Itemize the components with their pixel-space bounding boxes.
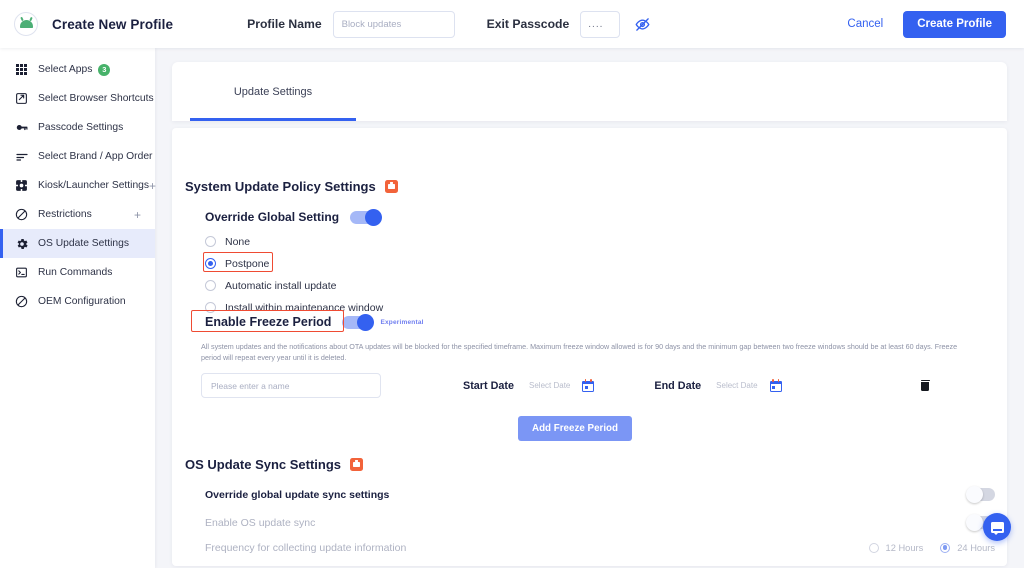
freeze-period-name-input[interactable]	[201, 373, 381, 398]
browser-shortcut-icon	[14, 91, 29, 106]
enable-freeze-period-toggle[interactable]	[342, 313, 375, 331]
add-freeze-period-button[interactable]: Add Freeze Period	[518, 416, 633, 441]
exit-passcode-input[interactable]	[580, 10, 621, 38]
settings-panel: System Update Policy Settings Override G…	[172, 128, 1007, 566]
key-icon	[14, 120, 29, 135]
tab-label: Update Settings	[233, 85, 313, 98]
freeze-period-description: All system updates and the notifications…	[201, 342, 958, 363]
app-root: Create New Profile Profile Name Exit Pas…	[0, 0, 1024, 568]
radio-label: 12 Hours	[885, 542, 924, 553]
policy-section-title: System Update Policy Settings	[185, 179, 376, 194]
create-profile-button[interactable]: Create Profile	[903, 10, 1006, 38]
eye-off-icon[interactable]	[634, 16, 650, 32]
sidebar-item-select-browser-shortcuts[interactable]: Select Browser Shortcuts	[0, 84, 155, 113]
sidebar-item-select-apps[interactable]: Select Apps 3	[0, 55, 155, 84]
end-date-value[interactable]: Select Date	[716, 381, 757, 390]
delete-freeze-period-icon[interactable]	[920, 379, 930, 392]
radio-option-24-hours[interactable]: 24 Hours	[940, 538, 995, 557]
start-date-label: Start Date	[463, 379, 515, 392]
policy-radio-group: None Postpone Automatic install update I…	[205, 232, 383, 317]
tab-bar: Update Settings	[172, 62, 1007, 121]
start-date-calendar-icon[interactable]	[582, 379, 595, 392]
override-global-sync-toggle[interactable]	[966, 486, 995, 503]
cancel-button[interactable]: Cancel	[847, 18, 883, 30]
radio-label: Postpone	[225, 257, 270, 270]
sidebar-item-label: Restrictions	[38, 209, 92, 220]
work-profile-icon	[384, 180, 398, 193]
work-profile-icon	[350, 458, 364, 471]
enable-os-update-sync-row: Enable OS update sync	[205, 514, 995, 531]
chat-support-button[interactable]	[983, 513, 1011, 541]
block-icon	[14, 294, 29, 309]
sidebar-item-select-brand-app-order[interactable]: Select Brand / App Order	[0, 142, 155, 171]
terminal-icon	[14, 265, 29, 280]
experimental-tag: Experimental	[380, 318, 424, 326]
tab-update-settings[interactable]: Update Settings	[190, 62, 356, 121]
sidebar-item-label: Select Brand / App Order	[38, 151, 153, 162]
enable-freeze-period-label: Enable Freeze Period	[205, 315, 332, 329]
radio-label: Automatic install update	[225, 279, 337, 292]
profile-name-input[interactable]	[332, 10, 455, 38]
policy-section-header: System Update Policy Settings	[185, 179, 398, 194]
android-logo-icon	[14, 12, 38, 36]
sidebar-item-oem-configuration[interactable]: OEM Configuration	[0, 287, 155, 316]
radio-label: Install within maintenance window	[225, 301, 384, 314]
sync-section-header: OS Update Sync Settings	[185, 457, 364, 472]
radio-indicator	[205, 258, 216, 269]
exit-passcode-label: Exit Passcode	[486, 17, 570, 31]
app-header: Create New Profile Profile Name Exit Pas…	[0, 0, 1024, 48]
sort-lines-icon	[14, 149, 29, 164]
end-date-calendar-icon[interactable]	[769, 379, 782, 392]
override-global-setting-toggle[interactable]	[350, 208, 383, 226]
radio-label: 24 Hours	[957, 542, 995, 553]
sidebar-item-run-commands[interactable]: Run Commands	[0, 258, 155, 287]
sidebar-item-passcode-settings[interactable]: Passcode Settings	[0, 113, 155, 142]
radio-indicator	[205, 280, 216, 291]
override-global-sync-label: Override global update sync settings	[205, 488, 390, 501]
radio-label: None	[225, 235, 251, 248]
radio-indicator	[940, 542, 951, 553]
frequency-label: Frequency for collecting update informat…	[205, 541, 407, 554]
radio-option-12-hours[interactable]: 12 Hours	[868, 538, 924, 557]
page-title: Create New Profile	[52, 16, 174, 32]
gear-icon	[14, 236, 29, 251]
sidebar-item-label: OS Update Settings	[38, 238, 130, 249]
sidebar-item-kiosk-launcher-settings[interactable]: Kiosk/Launcher Settings +	[0, 171, 156, 200]
sidebar-item-label: Run Commands	[38, 267, 113, 278]
sidebar: Select Apps 3 Select Browser Shortcuts P…	[0, 48, 156, 568]
override-global-setting-row: Override Global Setting	[205, 208, 383, 226]
chat-bubble-icon	[990, 521, 1004, 535]
kiosk-icon	[14, 178, 29, 193]
radio-indicator	[868, 542, 879, 553]
freeze-period-row: Start Date Select Date End Date Select D…	[201, 373, 991, 398]
end-date-label: End Date	[654, 379, 702, 392]
expand-icon[interactable]: +	[134, 209, 141, 221]
radio-option-none[interactable]: None	[205, 232, 383, 251]
sidebar-item-restrictions[interactable]: Restrictions +	[0, 200, 155, 229]
start-date-value[interactable]: Select Date	[529, 381, 570, 390]
profile-name-label: Profile Name	[247, 17, 322, 31]
enable-os-update-sync-label: Enable OS update sync	[205, 516, 316, 529]
sidebar-item-label: Select Apps	[38, 64, 93, 75]
sidebar-item-label: Select Browser Shortcuts	[38, 93, 154, 104]
grid-icon	[14, 62, 29, 77]
radio-indicator	[205, 302, 216, 313]
sync-section-title: OS Update Sync Settings	[185, 457, 342, 472]
radio-indicator	[205, 236, 216, 247]
override-global-setting-label: Override Global Setting	[205, 210, 340, 224]
override-global-sync-row: Override global update sync settings	[205, 486, 995, 503]
sidebar-item-label: Kiosk/Launcher Settings	[38, 180, 150, 191]
main-content: Update Settings System Update Policy Set…	[155, 48, 1024, 568]
sidebar-item-label: Passcode Settings	[38, 122, 124, 133]
frequency-radio-group: 12 Hours 24 Hours	[868, 538, 995, 557]
radio-option-postpone[interactable]: Postpone	[205, 254, 383, 273]
frequency-row: Frequency for collecting update informat…	[205, 538, 995, 557]
sidebar-item-os-update-settings[interactable]: OS Update Settings	[0, 229, 155, 258]
sidebar-item-label: OEM Configuration	[38, 296, 126, 307]
enable-freeze-period-row: Enable Freeze Period Experimental	[205, 313, 424, 331]
select-apps-count-badge: 3	[98, 63, 111, 76]
radio-option-automatic-install-update[interactable]: Automatic install update	[205, 276, 383, 295]
block-icon	[14, 207, 29, 222]
